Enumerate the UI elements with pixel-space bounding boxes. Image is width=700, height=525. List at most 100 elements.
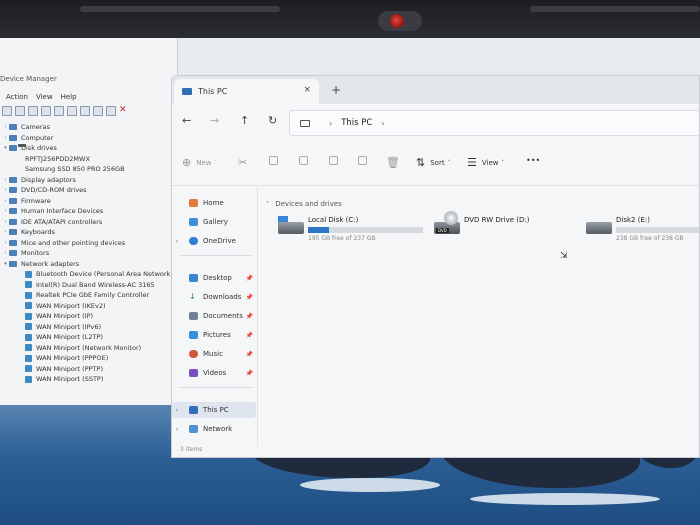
tree-item[interactable]: WAN Miniport (SSTP) — [0, 374, 176, 385]
tree-view-icon[interactable] — [28, 106, 38, 116]
nav-videos[interactable]: Videos 📌 — [172, 365, 256, 381]
tree-item[interactable]: WAN Miniport (IPv6) — [0, 322, 176, 333]
tree-item[interactable]: WAN Miniport (PPTP) — [0, 364, 176, 375]
tree-item[interactable]: ▾ Network adapters — [0, 259, 176, 270]
pin-icon[interactable]: 📌 — [246, 275, 253, 282]
help-icon[interactable] — [54, 106, 64, 116]
drive-e[interactable]: Disk2 (E:) 238 GB free of 238 GB — [586, 216, 699, 246]
sort-button[interactable]: ⇅ Sort ˅ — [416, 156, 450, 169]
show-hidden-icon[interactable] — [67, 106, 77, 116]
forward-button[interactable]: → — [210, 114, 219, 127]
chevron-right-icon[interactable]: › — [172, 426, 182, 433]
more-options-button[interactable]: ••• — [526, 156, 540, 165]
pin-icon[interactable]: 📌 — [246, 351, 253, 358]
chevron-right-icon[interactable]: › — [172, 238, 182, 245]
tree-item[interactable]: › DVD/CD-ROM drives — [0, 185, 176, 196]
tree-item[interactable]: Samsung SSD 850 PRO 256GB — [0, 144, 176, 175]
chevron-right-icon[interactable]: › — [2, 124, 9, 130]
pin-icon[interactable]: 📌 — [246, 332, 253, 339]
forward-icon[interactable] — [15, 106, 25, 116]
chevron-right-icon[interactable]: › — [172, 407, 182, 414]
tree-item[interactable]: › Human Interface Devices — [0, 206, 176, 217]
tree-item[interactable]: Intel(R) Dual Band Wireless-AC 3165 — [0, 280, 176, 291]
tree-item[interactable]: ▾ Disk drives — [0, 143, 176, 154]
share-button[interactable] — [358, 156, 367, 165]
chevron-right-icon[interactable]: › — [2, 187, 9, 193]
menu-view[interactable]: View — [36, 93, 53, 101]
tree-item[interactable]: Realtek PCIe GbE Family Controller — [0, 290, 176, 301]
chevron-right-icon[interactable]: › — [2, 198, 9, 204]
update-driver-icon[interactable] — [93, 106, 103, 116]
nav-desktop[interactable]: Desktop 📌 — [172, 270, 256, 286]
tree-item[interactable]: WAN Miniport (Network Monitor) — [0, 343, 176, 354]
tree-item[interactable]: WAN Miniport (IKEv2) — [0, 301, 176, 312]
nav-gallery[interactable]: Gallery — [172, 214, 256, 230]
new-tab-button[interactable]: + — [331, 83, 341, 97]
nav-network[interactable]: › Network — [172, 421, 256, 437]
pin-icon[interactable]: 📌 — [246, 370, 253, 377]
properties-icon[interactable] — [41, 106, 51, 116]
nav-documents[interactable]: Documents 📌 — [172, 308, 256, 324]
nav-this-pc[interactable]: › This PC — [172, 402, 256, 418]
view-button[interactable]: ☰ View ˅ — [467, 156, 504, 169]
chevron-down-icon[interactable]: ▾ — [2, 145, 9, 151]
address-bar[interactable]: › This PC › — [289, 110, 699, 136]
chevron-right-icon[interactable]: › — [2, 229, 9, 235]
back-icon[interactable] — [2, 106, 12, 116]
nav-home-label: Home — [203, 199, 224, 207]
delete-button[interactable]: 🗑 — [386, 156, 405, 169]
paste-button[interactable] — [299, 156, 308, 165]
nav-downloads[interactable]: ↓ Downloads 📌 — [172, 289, 256, 305]
chevron-right-icon[interactable]: › — [2, 135, 9, 141]
tree-item[interactable]: › Mice and other pointing devices — [0, 238, 176, 249]
chevron-right-icon[interactable]: › — [2, 177, 9, 183]
nav-onedrive[interactable]: › OneDrive — [172, 233, 256, 249]
nav-videos-label: Videos — [203, 369, 227, 377]
firmware-icon — [9, 197, 17, 204]
back-button[interactable]: ← — [182, 114, 191, 127]
breadcrumb[interactable]: This PC — [341, 118, 372, 128]
nav-home[interactable]: Home — [172, 195, 256, 211]
chevron-right-icon[interactable]: › — [2, 219, 9, 225]
refresh-button[interactable]: ↻ — [268, 114, 277, 127]
menu-help[interactable]: Help — [61, 93, 77, 101]
uninstall-device-icon[interactable]: ✕ — [119, 106, 129, 116]
nav-music[interactable]: Music 📌 — [172, 346, 256, 362]
tree-item[interactable]: Bluetooth Device (Personal Area Network) — [0, 269, 176, 280]
network-icon — [9, 260, 17, 267]
tree-item[interactable]: › Cameras — [0, 122, 176, 133]
tree-item[interactable]: › Computer — [0, 133, 176, 144]
drive-c[interactable]: Local Disk (C:) 195 GB free of 237 GB — [278, 216, 428, 246]
new-button[interactable]: ⊕ New ˅ — [182, 156, 217, 169]
chevron-right-icon[interactable]: › — [381, 119, 384, 128]
close-tab-icon[interactable]: × — [303, 85, 311, 95]
disable-device-icon[interactable] — [106, 106, 116, 116]
chevron-right-icon[interactable]: › — [2, 208, 9, 214]
chevron-down-icon[interactable]: ▾ — [2, 261, 9, 267]
tree-item[interactable]: › IDE ATA/ATAPI controllers — [0, 217, 176, 228]
menu-action[interactable]: Action — [6, 93, 28, 101]
pin-icon[interactable]: 📌 — [246, 313, 253, 320]
tree-item[interactable]: › Keyboards — [0, 227, 176, 238]
chevron-right-icon[interactable]: › — [2, 250, 9, 256]
cut-button[interactable]: ✂ — [238, 156, 252, 169]
tree-item[interactable]: WAN Miniport (PPPOE) — [0, 353, 176, 364]
drive-d[interactable]: DVD DVD RW Drive (D:) — [434, 211, 544, 246]
chevron-right-icon[interactable]: › — [2, 240, 9, 246]
section-header[interactable]: ˅ Devices and drives — [266, 200, 342, 208]
tree-item[interactable]: › Firmware — [0, 196, 176, 207]
tab-this-pc[interactable]: This PC × — [174, 79, 319, 104]
content-pane: ˅ Devices and drives Local Disk (C:) 195… — [264, 194, 699, 444]
scan-hardware-icon[interactable] — [80, 106, 90, 116]
tree-item[interactable]: › Display adaptors — [0, 175, 176, 186]
usage-bar — [616, 227, 699, 233]
up-button[interactable]: ↑ — [240, 114, 249, 127]
nav-pictures[interactable]: Pictures 📌 — [172, 327, 256, 343]
tree-item[interactable]: WAN Miniport (L2TP) — [0, 332, 176, 343]
tree-item[interactable]: RPFTJ256PDD2MWX — [0, 144, 176, 165]
tree-item[interactable]: WAN Miniport (IP) — [0, 311, 176, 322]
copy-button[interactable] — [269, 156, 278, 165]
tree-item[interactable]: › Monitors — [0, 248, 176, 259]
rename-button[interactable] — [329, 156, 338, 165]
pin-icon[interactable]: 📌 — [246, 294, 253, 301]
